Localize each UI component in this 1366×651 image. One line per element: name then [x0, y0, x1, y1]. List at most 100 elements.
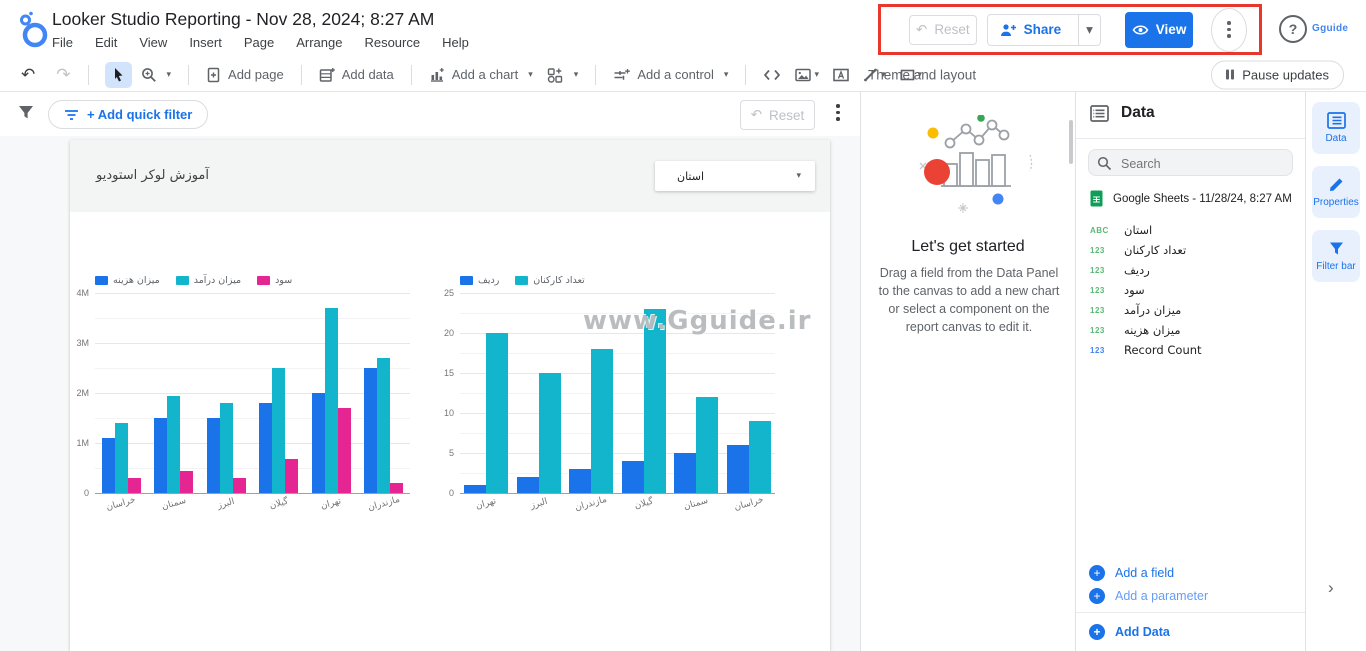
search-box[interactable] — [1088, 149, 1293, 176]
bar — [569, 469, 591, 493]
scrollbar-thumb[interactable] — [1069, 120, 1073, 164]
filter-reset-button[interactable]: ↶ Reset — [740, 100, 815, 130]
menu-item-help[interactable]: Help — [442, 35, 469, 50]
view-button[interactable]: View — [1125, 12, 1193, 48]
data-list-icon — [1327, 112, 1346, 129]
menu-item-view[interactable]: View — [139, 35, 167, 50]
x-axis-label: مازندران — [565, 492, 618, 516]
bar — [749, 421, 771, 493]
add-control-button[interactable]: Add a control ▾ — [613, 67, 728, 82]
bar — [674, 453, 696, 493]
add-chart-button[interactable]: Add a chart ▾ — [429, 67, 533, 83]
field-row[interactable]: 123Record Count — [1090, 340, 1290, 360]
canvas-title-text[interactable]: آموزش لوکر استودیو — [96, 168, 209, 183]
field-type-badge: 123 — [1090, 246, 1112, 255]
magnifier-icon — [141, 67, 157, 83]
province-dropdown-control[interactable]: استان ▾ — [655, 161, 815, 191]
cursor-icon — [111, 67, 125, 82]
menu-item-arrange[interactable]: Arrange — [296, 35, 342, 50]
app-header: Looker Studio Reporting - Nov 28, 2024; … — [0, 0, 1366, 58]
field-row[interactable]: 123میزان درآمد — [1090, 300, 1290, 320]
pause-updates-button[interactable]: Pause updates — [1211, 60, 1344, 89]
bar — [517, 477, 539, 493]
bar — [207, 418, 220, 493]
embed-code-icon — [763, 68, 781, 82]
field-row[interactable]: 123 میزان هزینه — [1090, 320, 1290, 340]
divider — [1076, 612, 1305, 613]
redo-button[interactable]: ↷ — [56, 65, 70, 85]
x-axis-label: سمنان — [670, 492, 723, 516]
field-type-badge: 123 — [1090, 326, 1112, 335]
community-visualizations-button[interactable]: ▾ — [547, 67, 579, 83]
tab-filter-bar[interactable]: Filter bar — [1312, 230, 1360, 282]
reset-button[interactable]: ↶ Reset — [909, 15, 977, 45]
y-tick-label: 20 — [444, 328, 454, 338]
legend-swatch — [257, 276, 270, 285]
y-tick-label: 1M — [76, 438, 89, 448]
report-canvas[interactable]: آموزش لوکر استودیو استان ▾ میزان هزینهمی… — [0, 136, 860, 651]
field-name: میزان درآمد — [1124, 303, 1181, 317]
field-row[interactable]: 123ردیف — [1090, 260, 1290, 280]
bar-chart-finance[interactable]: میزان هزینهمیزان درآمدسود 4M3M2M1M0 خراس… — [95, 274, 410, 509]
menu-item-insert[interactable]: Insert — [189, 35, 222, 50]
x-axis-label: تهران — [305, 492, 358, 516]
add-data-button[interactable]: Add data — [319, 67, 394, 83]
share-button[interactable]: Share ▾ — [987, 14, 1101, 46]
y-axis: 4M3M2M1M0 — [69, 293, 89, 493]
embed-url-button[interactable] — [763, 68, 781, 82]
add-quick-filter-button[interactable]: + Add quick filter — [48, 100, 208, 129]
bar — [115, 423, 128, 493]
add-a-parameter-button[interactable]: + Add a parameter — [1076, 584, 1305, 607]
bar — [377, 358, 390, 493]
bar — [154, 418, 167, 493]
quick-filter-bar: + Add quick filter ↶ Reset — [0, 92, 860, 136]
add-data-label: Add Data — [1115, 625, 1170, 639]
legend-label: میزان هزینه — [113, 275, 160, 286]
filter-bar-more-button[interactable] — [836, 104, 840, 121]
filter-funnel-icon — [1328, 241, 1345, 257]
report-title[interactable]: Looker Studio Reporting - Nov 28, 2024; … — [52, 9, 434, 30]
y-tick-label: 5 — [449, 448, 454, 458]
more-options-button[interactable] — [1211, 8, 1247, 52]
share-caret-icon[interactable]: ▾ — [1078, 15, 1100, 45]
field-name: میزان هزینه — [1124, 323, 1181, 337]
help-button[interactable]: ? — [1279, 15, 1307, 43]
collapse-panel-chevron[interactable]: › — [1328, 578, 1334, 598]
search-input[interactable] — [1119, 151, 1288, 176]
theme-and-layout-label[interactable]: Theme and layout — [868, 67, 976, 82]
add-a-parameter-label: Add a parameter — [1115, 589, 1208, 603]
data-source-row[interactable]: Google Sheets - 11/28/24, 8:27 AM — [1090, 190, 1292, 207]
tab-properties[interactable]: Properties — [1312, 166, 1360, 218]
field-row[interactable]: ABCاستان — [1090, 220, 1290, 240]
bar — [338, 408, 351, 493]
undo-icon: ↶ — [916, 22, 927, 38]
zoom-tool-button[interactable]: ▾ — [141, 67, 172, 83]
menu-item-resource[interactable]: Resource — [364, 35, 420, 50]
looker-studio-logo — [16, 11, 52, 49]
field-row[interactable]: 123سود — [1090, 280, 1290, 300]
x-axis-label: تهران — [460, 492, 513, 516]
bar — [285, 459, 298, 493]
field-row[interactable]: 123تعداد کارکنان — [1090, 240, 1290, 260]
legend-item: تعداد کارکنان — [515, 275, 584, 286]
y-tick-label: 4M — [76, 288, 89, 298]
select-tool-button[interactable] — [105, 62, 132, 88]
menu-item-edit[interactable]: Edit — [95, 35, 117, 50]
undo-button[interactable]: ↶ — [21, 65, 35, 85]
report-page[interactable]: آموزش لوکر استودیو استان ▾ میزان هزینهمی… — [70, 140, 830, 651]
add-page-label: Add page — [228, 67, 284, 82]
plus-icon: + — [1089, 588, 1105, 604]
add-data-button[interactable]: + Add Data — [1076, 619, 1305, 645]
menu-item-file[interactable]: File — [52, 35, 73, 50]
insert-image-button[interactable]: ▾ — [795, 68, 819, 82]
bar — [539, 373, 561, 493]
getting-started-panel: Let's get started Drag a field from the … — [860, 92, 1076, 651]
add-a-field-button[interactable]: + Add a field — [1076, 561, 1305, 584]
tab-data[interactable]: Data — [1312, 102, 1360, 154]
x-axis-label: البرز — [512, 492, 565, 516]
bar — [180, 471, 193, 494]
menu-item-page[interactable]: Page — [244, 35, 274, 50]
insert-text-button[interactable] — [833, 68, 849, 82]
bar — [727, 445, 749, 493]
add-page-button[interactable]: Add page — [206, 67, 284, 83]
